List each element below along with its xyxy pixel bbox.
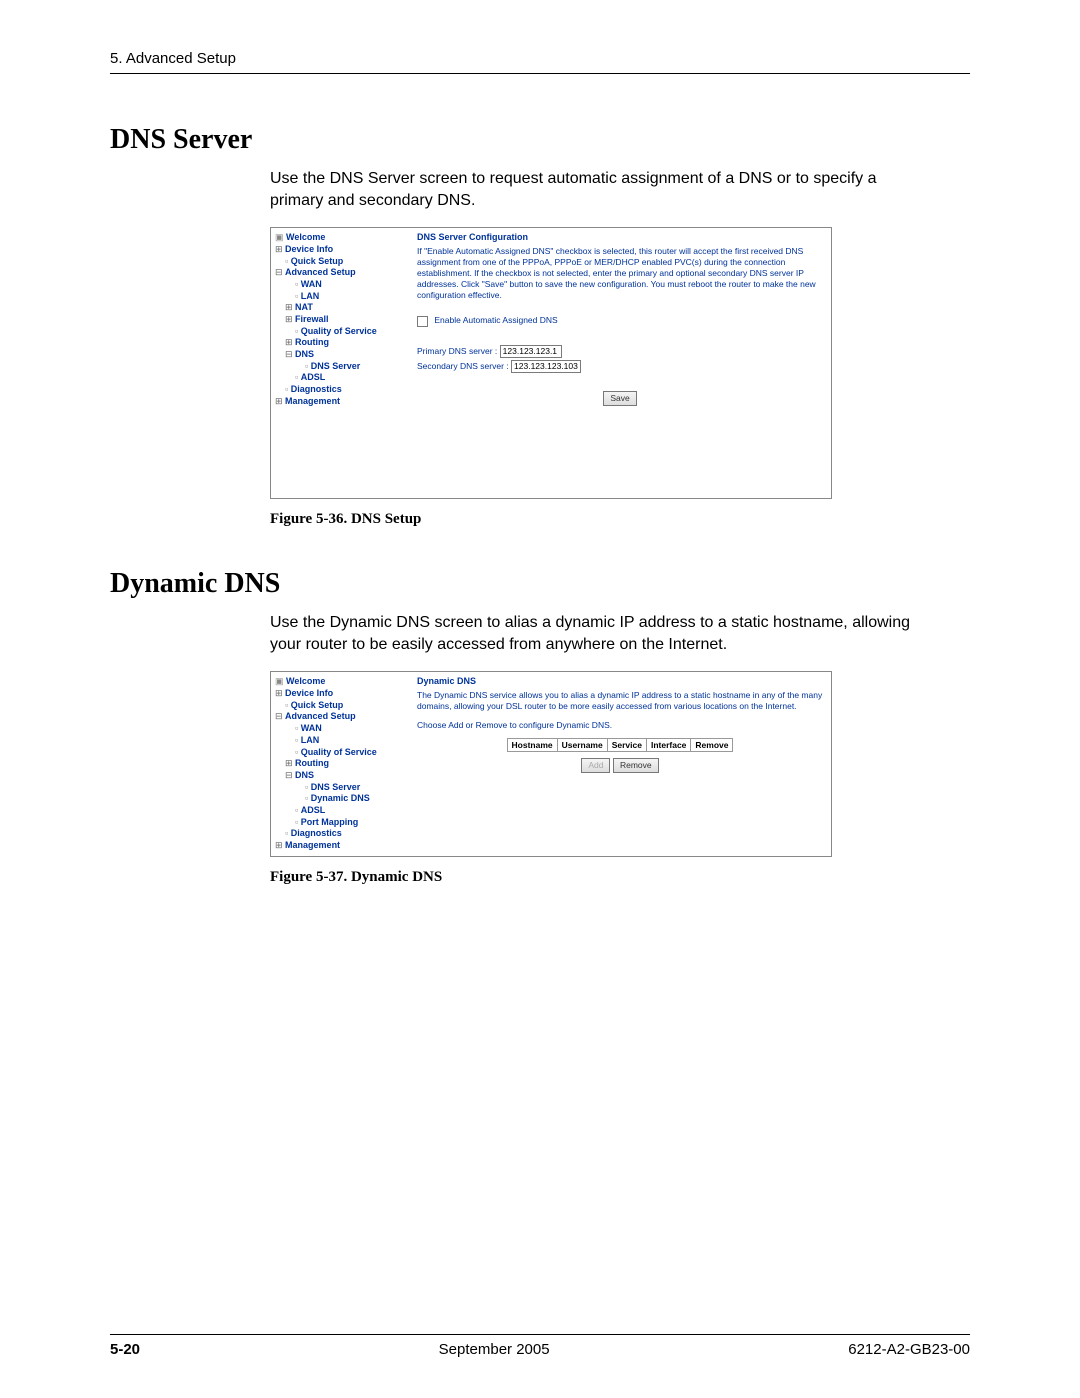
- auto-dns-checkbox[interactable]: [417, 316, 428, 327]
- figure-caption-5-37: Figure 5-37. Dynamic DNS: [270, 869, 970, 886]
- col-hostname: Hostname: [507, 738, 557, 751]
- config-title: DNS Server Configuration: [417, 232, 823, 242]
- nav2-management[interactable]: ⊞ Management: [275, 840, 405, 852]
- nav-quick-setup[interactable]: ▫ Quick Setup: [275, 256, 405, 268]
- section-title-dynamic-dns: Dynamic DNS: [110, 568, 970, 600]
- dyn-config-text: The Dynamic DNS service allows you to al…: [417, 690, 823, 712]
- nav-adsl[interactable]: ▫ ADSL: [275, 372, 405, 384]
- nav2-dynamic-dns[interactable]: ▫ Dynamic DNS: [275, 793, 405, 805]
- nav-advanced-setup[interactable]: ⊟ Advanced Setup: [275, 267, 405, 279]
- nav-diagnostics[interactable]: ▫ Diagnostics: [275, 384, 405, 396]
- section-body-dynamic-dns: Use the Dynamic DNS screen to alias a dy…: [270, 612, 930, 655]
- nav-routing[interactable]: ⊞ Routing: [275, 337, 405, 349]
- auto-dns-label: Enable Automatic Assigned DNS: [434, 315, 557, 325]
- dyn-choose-text: Choose Add or Remove to configure Dynami…: [417, 720, 823, 731]
- nav2-dns-server[interactable]: ▫ DNS Server: [275, 782, 405, 794]
- nav-dns[interactable]: ⊟ DNS: [275, 349, 405, 361]
- nav2-adsl[interactable]: ▫ ADSL: [275, 805, 405, 817]
- dyn-dns-table: Hostname Username Service Interface Remo…: [507, 738, 734, 752]
- page-number: 5-20: [110, 1341, 140, 1358]
- page-footer: 5-20 September 2005 6212-A2-GB23-00: [110, 1334, 970, 1358]
- nav-device-info[interactable]: ⊞ Device Info: [275, 244, 405, 256]
- save-button[interactable]: Save: [603, 391, 636, 406]
- add-button[interactable]: Add: [581, 758, 610, 773]
- dyn-config-title: Dynamic DNS: [417, 676, 823, 686]
- nav2-routing[interactable]: ⊞ Routing: [275, 758, 405, 770]
- nav-management[interactable]: ⊞ Management: [275, 396, 405, 408]
- section-title-dns-server: DNS Server: [110, 124, 970, 156]
- figure-dns-setup: ▣ Welcome ⊞ Device Info ▫ Quick Setup ⊟ …: [270, 227, 832, 499]
- figure-caption-5-36: Figure 5-36. DNS Setup: [270, 511, 970, 528]
- secondary-dns-label: Secondary DNS server :: [417, 360, 509, 370]
- col-service: Service: [607, 738, 646, 751]
- nav2-quick-setup[interactable]: ▫ Quick Setup: [275, 700, 405, 712]
- col-remove: Remove: [691, 738, 733, 751]
- nav-tree: ▣ Welcome ⊞ Device Info ▫ Quick Setup ⊟ …: [271, 228, 409, 498]
- nav2-welcome[interactable]: ▣ Welcome: [275, 676, 405, 688]
- nav2-diagnostics[interactable]: ▫ Diagnostics: [275, 828, 405, 840]
- figure-dynamic-dns: ▣ Welcome ⊞ Device Info ▫ Quick Setup ⊟ …: [270, 671, 832, 856]
- section-body-dns-server: Use the DNS Server screen to request aut…: [270, 168, 930, 211]
- nav2-qos[interactable]: ▫ Quality of Service: [275, 747, 405, 759]
- nav-tree-2: ▣ Welcome ⊞ Device Info ▫ Quick Setup ⊟ …: [271, 672, 409, 855]
- col-interface: Interface: [646, 738, 690, 751]
- col-username: Username: [557, 738, 607, 751]
- nav2-advanced-setup[interactable]: ⊟ Advanced Setup: [275, 711, 405, 723]
- primary-dns-input[interactable]: 123.123.123.1: [500, 345, 562, 358]
- page-header: 5. Advanced Setup: [110, 50, 970, 74]
- config-panel: DNS Server Configuration If "Enable Auto…: [409, 228, 831, 498]
- doc-id: 6212-A2-GB23-00: [848, 1341, 970, 1358]
- secondary-dns-input[interactable]: 123.123.123.103: [511, 360, 581, 373]
- primary-dns-label: Primary DNS server :: [417, 345, 497, 355]
- nav2-dns[interactable]: ⊟ DNS: [275, 770, 405, 782]
- nav-welcome[interactable]: ▣ Welcome: [275, 232, 405, 244]
- remove-button[interactable]: Remove: [613, 758, 659, 773]
- auto-dns-row: Enable Automatic Assigned DNS: [417, 315, 823, 326]
- dyn-config-panel: Dynamic DNS The Dynamic DNS service allo…: [409, 672, 831, 855]
- nav-qos[interactable]: ▫ Quality of Service: [275, 326, 405, 338]
- nav2-device-info[interactable]: ⊞ Device Info: [275, 688, 405, 700]
- nav-firewall[interactable]: ⊞ Firewall: [275, 314, 405, 326]
- footer-date: September 2005: [439, 1341, 550, 1358]
- chapter-number: 5. Advanced Setup: [110, 50, 236, 67]
- nav-lan[interactable]: ▫ LAN: [275, 291, 405, 303]
- nav2-wan[interactable]: ▫ WAN: [275, 723, 405, 735]
- nav-nat[interactable]: ⊞ NAT: [275, 302, 405, 314]
- nav2-port-mapping[interactable]: ▫ Port Mapping: [275, 817, 405, 829]
- nav-dns-server[interactable]: ▫ DNS Server: [275, 361, 405, 373]
- nav2-lan[interactable]: ▫ LAN: [275, 735, 405, 747]
- config-text: If "Enable Automatic Assigned DNS" check…: [417, 246, 823, 301]
- nav-wan[interactable]: ▫ WAN: [275, 279, 405, 291]
